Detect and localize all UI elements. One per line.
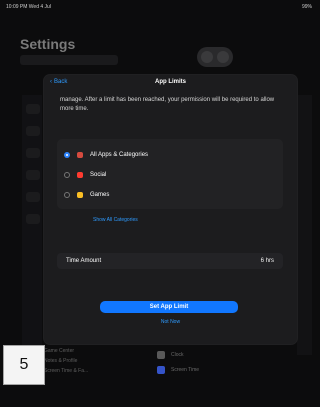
option-games[interactable]: Games: [64, 186, 264, 204]
background-content-strip: [297, 95, 312, 355]
option-label: All Apps & Categories: [90, 152, 149, 158]
modal-header: ‹ Back App Limits: [44, 75, 297, 93]
show-all-categories-link[interactable]: Show All Categories: [93, 217, 138, 223]
sidebar-row: [26, 192, 40, 202]
option-label: Social: [90, 172, 107, 178]
sidebar-row: [26, 170, 40, 180]
status-bar: 10:09 PM Wed 4 Jul 99%: [0, 0, 318, 16]
background-app-label: Clock: [171, 352, 184, 358]
category-options: All Apps & Categories Social Games: [57, 139, 283, 209]
option-social[interactable]: Social: [64, 166, 264, 184]
clock-icon: [157, 351, 165, 359]
radio-selected-icon: [64, 152, 70, 158]
app-limits-modal: ‹ Back App Limits manage. After a limit …: [44, 75, 297, 344]
background-app-row: Clock: [157, 351, 277, 359]
radio-unselected-icon: [64, 172, 70, 178]
status-time: 10:09 PM Wed 4 Jul: [6, 4, 51, 10]
radio-unselected-icon: [64, 192, 70, 198]
option-all-apps[interactable]: All Apps & Categories: [64, 146, 264, 164]
sidebar-label-notes: Notes & Profile: [44, 358, 78, 364]
hourglass-icon: [157, 366, 165, 374]
modal-title: App Limits: [155, 79, 186, 85]
time-amount-value: 6 hrs: [260, 258, 274, 264]
battery-status: 99%: [301, 4, 312, 10]
toolbar-controls: [197, 47, 233, 67]
page-number-badge: 5: [3, 345, 45, 385]
limit-description: manage. After a limit has been reached, …: [60, 97, 275, 112]
sidebar-row: [26, 148, 40, 158]
option-label: Games: [90, 192, 110, 198]
games-icon: [77, 192, 83, 198]
background-sidebar-labels: Game Center Notes & Profile Screen Time …: [44, 344, 144, 407]
toolbar-dot-icon: [201, 51, 213, 63]
toolbar-dot-icon: [217, 51, 229, 63]
search-field[interactable]: [20, 55, 118, 65]
background-app-row: Screen Time: [157, 366, 277, 374]
social-icon: [77, 172, 83, 178]
sidebar-row: [26, 126, 40, 136]
background-app-label: Screen Time: [171, 367, 200, 373]
settings-title: Settings: [20, 36, 76, 52]
sidebar-row: [26, 214, 40, 224]
set-app-limit-button[interactable]: Set App Limit: [100, 301, 238, 313]
not-now-link[interactable]: Not Now: [44, 319, 297, 325]
time-amount-label: Time Amount: [66, 258, 102, 264]
time-amount-row[interactable]: Time Amount 6 hrs: [57, 253, 283, 269]
sidebar-row: [26, 104, 40, 114]
sidebar-label-game-center: Game Center: [44, 348, 75, 354]
sidebar-label-screen-time: Screen Time & Fa...: [44, 368, 89, 374]
all-apps-icon: [77, 152, 83, 158]
background-app-list: Clock Screen Time: [157, 351, 277, 401]
